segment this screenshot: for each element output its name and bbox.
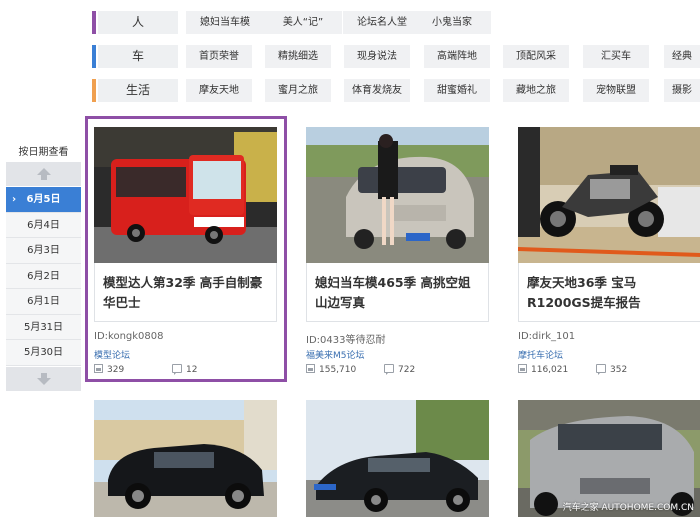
tag-beauty-diary[interactable]: 美人“记” [264,11,342,34]
date-nav-title: 按日期查看 [18,147,69,158]
reply-count: 352 [596,364,627,375]
tag-car-model-wife[interactable]: 媳妇当车模 [186,11,264,34]
post-title[interactable]: 模型达人第32季 高手自制豪华巴士 [103,273,270,313]
tag-selected[interactable]: 精挑细选 [265,45,331,68]
author-id: ID:dirk_101 [518,331,576,342]
post-card[interactable]: 模型达人第32季 高手自制豪华巴士 ID:kongk0808 模型论坛 329 … [94,127,277,382]
tag-tibet-trip[interactable]: 藏地之旅 [503,79,569,102]
image-icon [518,364,527,373]
black-suv-photo[interactable] [94,400,277,517]
post-title[interactable]: 摩友天地36季 宝马R1200GS提车报告 [527,273,694,313]
arrow-up-icon [37,168,51,180]
category-accent-bar [92,79,96,102]
view-count: 116,021 [518,364,568,375]
black-sedan-photo[interactable] [306,400,489,517]
forum-link[interactable]: 摩托车论坛 [518,348,563,361]
date-list: › 6月5日 6月4日 6月3日 6月2日 6月1日 5月31日 5月30日 [6,187,81,366]
forum-link[interactable]: 模型论坛 [94,348,130,361]
tag-buy-car[interactable]: 汇买车 [583,45,649,68]
caption-box: 摩友天地36季 宝马R1200GS提车报告 [518,263,700,322]
date-item[interactable]: 6月3日 [6,238,81,264]
image-icon [306,364,315,373]
category-label-life[interactable]: 生活 [98,79,178,102]
date-scroll-up-button[interactable] [6,162,81,186]
category-accent-bar [92,45,96,68]
date-item-label: 6月5日 [26,194,61,205]
reply-count: 722 [384,364,415,375]
date-item[interactable]: 6月1日 [6,289,81,315]
date-item[interactable]: 5月30日 [6,340,81,366]
caption-box: 媳妇当车模465季 高挑空姐山边写真 [306,263,489,322]
forum-link[interactable]: 福美来M5论坛 [306,348,365,361]
date-item-active[interactable]: › 6月5日 [6,187,81,213]
tag-moto-friends[interactable]: 摩友天地 [186,79,252,102]
red-bus-photo[interactable] [94,127,277,263]
author-id: ID:0433等待忍耐 [306,335,386,346]
view-count: 155,710 [306,364,356,375]
author-id: ID:kongk0808 [94,331,164,342]
view-count: 329 [94,364,124,375]
category-accent-bar [92,11,96,34]
tag-classic[interactable]: 经典 [664,45,700,68]
tag-top-config[interactable]: 顶配风采 [503,45,569,68]
tag-photography[interactable]: 摄影 [664,79,700,102]
caption-box: 模型达人第32季 高手自制豪华巴士 [94,263,277,322]
tag-hall-of-fame[interactable]: 论坛名人堂 [343,11,421,34]
arrow-down-icon [37,373,51,385]
bmw-motorcycle-photo[interactable] [518,127,700,263]
post-card[interactable]: 媳妇当车模465季 高挑空姐山边写真 ID:0433等待忍耐 福美来M5论坛 1… [306,127,489,382]
post-title[interactable]: 媳妇当车模465季 高挑空姐山边写真 [315,273,482,313]
tag-honeymoon[interactable]: 蜜月之旅 [265,79,331,102]
tag-sports-fan[interactable]: 体育发烧友 [344,79,410,102]
tag-homepage-honor[interactable]: 首页荣誉 [186,45,252,68]
reply-count: 12 [172,364,197,375]
date-item[interactable]: 6月4日 [6,212,81,238]
category-label-people[interactable]: 人 [98,11,178,34]
tag-kids[interactable]: 小鬼当家 [413,11,491,34]
tag-high-end[interactable]: 高端阵地 [424,45,490,68]
site-watermark: 汽车之家 AUTOHOME.COM.CN [562,503,694,513]
comment-icon [172,364,182,375]
date-scroll-down-button[interactable] [6,367,81,391]
model-with-car-photo[interactable] [306,127,489,263]
date-item[interactable]: 6月2日 [6,263,81,289]
date-item[interactable]: 5月31日 [6,314,81,340]
image-icon [94,364,103,373]
comment-icon [596,364,606,375]
chevron-right-icon: › [12,194,17,205]
tag-wedding[interactable]: 甜蜜婚礼 [424,79,490,102]
tag-testimony[interactable]: 现身说法 [344,45,410,68]
post-card[interactable]: 摩友天地36季 宝马R1200GS提车报告 ID:dirk_101 摩托车论坛 … [518,127,700,382]
category-label-car[interactable]: 车 [98,45,178,68]
tag-pets[interactable]: 宠物联盟 [583,79,649,102]
comment-icon [384,364,394,375]
